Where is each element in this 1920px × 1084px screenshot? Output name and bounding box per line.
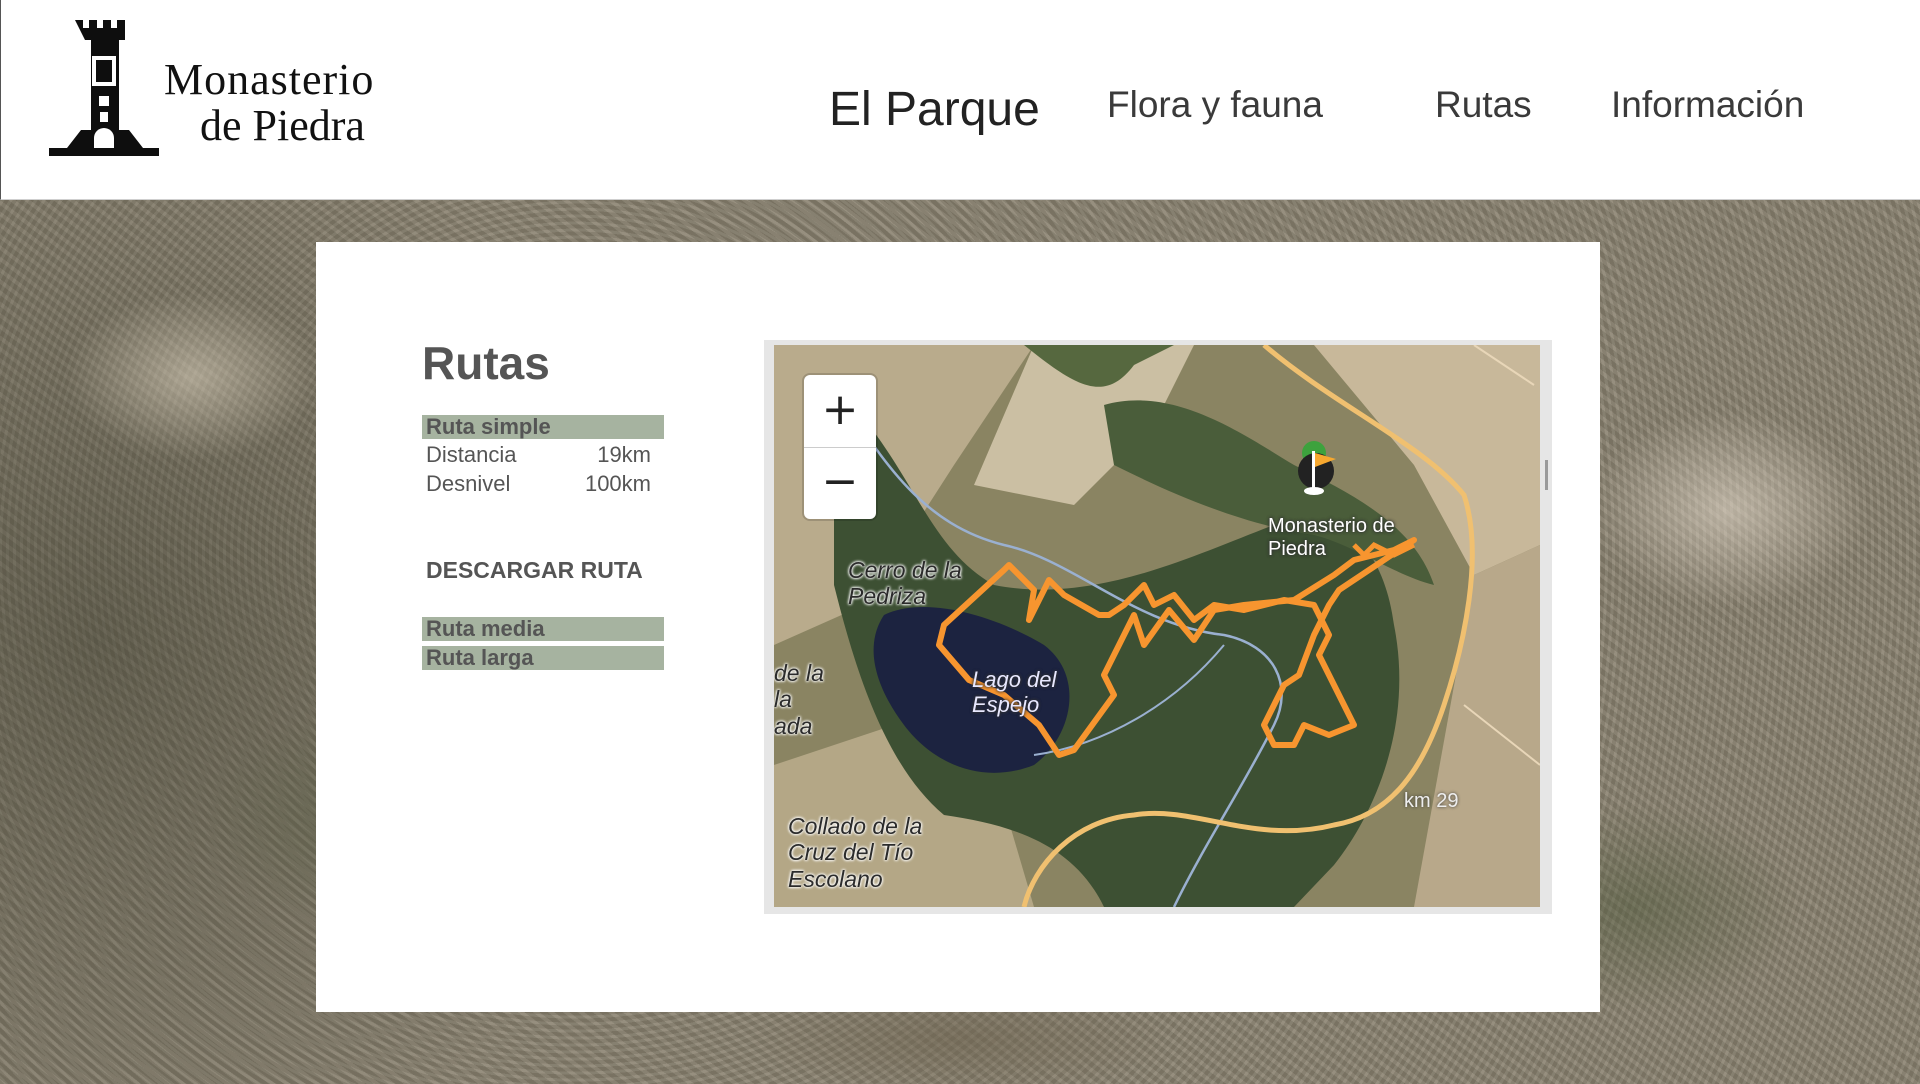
stat-label: Desnivel — [426, 471, 511, 496]
map-label-km: km 29 — [1404, 790, 1459, 812]
site-header: Monasterio de Piedra El Parque Flora y f… — [0, 0, 1920, 200]
tower-icon — [49, 20, 159, 156]
flag-marker-icon[interactable] — [1296, 439, 1350, 501]
brand-line1: Monasterio — [164, 55, 375, 104]
zoom-out-button[interactable]: − — [804, 447, 876, 519]
nav-item-flora-y-fauna[interactable]: Flora y fauna — [1107, 84, 1323, 126]
nav-item-el-parque[interactable]: El Parque — [829, 82, 1040, 137]
map-scrollbar[interactable] — [1545, 460, 1548, 490]
logo[interactable]: Monasterio de Piedra — [49, 16, 429, 171]
route-option-media[interactable]: Ruta media — [422, 617, 664, 641]
map-label-cerro: Cerro de la Pedriza — [848, 557, 962, 610]
brand-name: Monasterio de Piedra — [164, 58, 374, 148]
zoom-controls: + − — [804, 375, 876, 519]
nav-item-rutas[interactable]: Rutas — [1435, 84, 1532, 126]
route-map[interactable]: Cerro de la Pedriza Lago del Espejo de l… — [774, 345, 1540, 907]
page-title: Rutas — [422, 337, 550, 389]
zoom-in-button[interactable]: + — [804, 375, 876, 448]
map-label-monasterio: Monasterio de Piedra — [1268, 515, 1395, 560]
content-panel: Rutas Ruta simple Distancia 19km Desnive… — [316, 242, 1600, 1012]
map-label-lago: Lago del Espejo — [972, 667, 1057, 718]
map-label-dela: de la la ada — [774, 660, 824, 739]
stat-value: 100km — [584, 471, 651, 496]
stat-label: Distancia — [426, 442, 517, 467]
route-option-larga[interactable]: Ruta larga — [422, 646, 664, 670]
map-frame: Cerro de la Pedriza Lago del Espejo de l… — [764, 340, 1552, 914]
route-option-simple[interactable]: Ruta simple — [422, 415, 664, 439]
download-route-link[interactable]: DESCARGAR RUTA — [426, 557, 643, 584]
nav-item-informacion[interactable]: Información — [1611, 84, 1804, 126]
stat-value: 19km — [597, 442, 651, 467]
map-label-collado: Collado de la Cruz del Tío Escolano — [788, 813, 923, 892]
brand-line2: de Piedra — [200, 101, 365, 150]
